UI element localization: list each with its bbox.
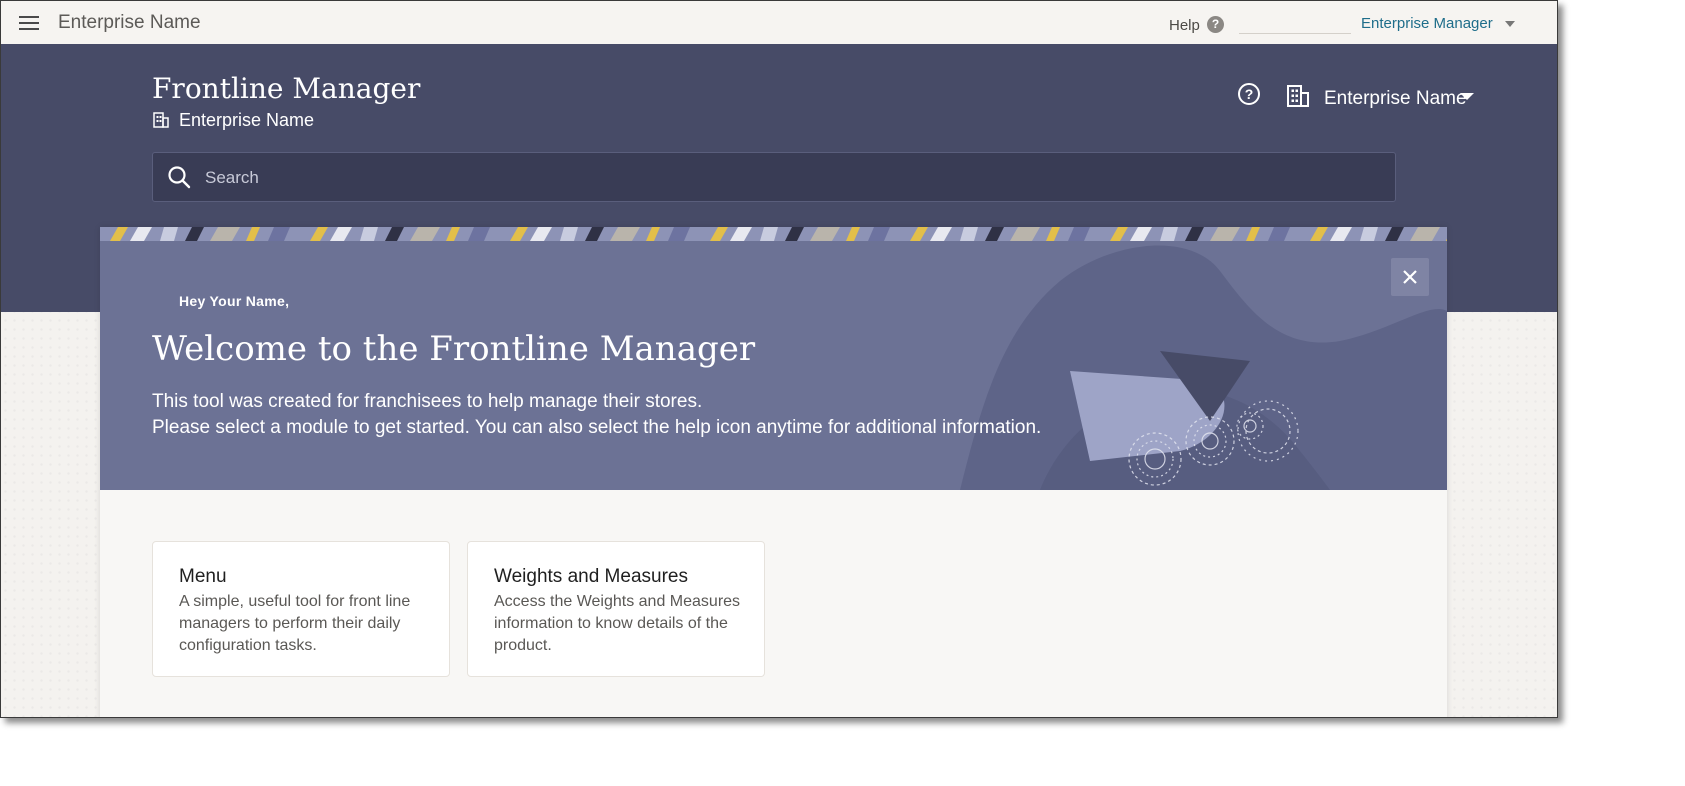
welcome-description-line: This tool was created for franchisees to…	[152, 391, 703, 412]
welcome-title: Welcome to the Frontline Manager	[152, 329, 756, 369]
page-title: Frontline Manager	[152, 72, 421, 105]
search-bar[interactable]	[152, 152, 1396, 203]
help-icon[interactable]: ?	[1238, 83, 1260, 105]
welcome-description: This tool was created for franchisees to…	[152, 389, 1041, 441]
user-menu[interactable]: Enterprise Manager	[1361, 15, 1493, 32]
greeting: Hey Your Name,	[179, 293, 290, 309]
app-window: Enterprise Name Help ? Enterprise Manage…	[0, 0, 1558, 718]
search-input[interactable]	[203, 153, 1387, 203]
question-circle-icon[interactable]: ?	[1207, 16, 1224, 33]
app-title: Enterprise Name	[58, 12, 201, 33]
help-link[interactable]: Help	[1169, 17, 1200, 34]
decorative-pattern-strip	[100, 227, 1447, 241]
enterprise-name-label: Enterprise Name	[179, 110, 315, 130]
enterprise-selector-label[interactable]: Enterprise Name	[1324, 88, 1467, 110]
welcome-description-line: Please select a module to get started. Y…	[152, 417, 1042, 438]
building-icon	[1287, 85, 1309, 107]
chevron-down-icon[interactable]	[1505, 21, 1515, 27]
welcome-hero: Hey Your Name, Welcome to the Frontline …	[100, 241, 1447, 490]
module-description: Access the Weights and Measures informat…	[494, 593, 741, 654]
building-icon	[153, 112, 169, 128]
welcome-card: Hey Your Name, Welcome to the Frontline …	[100, 227, 1447, 717]
close-icon[interactable]	[1391, 258, 1429, 296]
module-title: Weights and Measures	[494, 566, 688, 587]
module-tile-menu[interactable]: Menu A simple, useful tool for front lin…	[152, 541, 450, 677]
top-bar: Enterprise Name Help ? Enterprise Manage…	[1, 1, 1557, 45]
module-title: Menu	[179, 566, 227, 587]
search-icon	[168, 166, 191, 189]
hamburger-menu-icon[interactable]	[19, 16, 39, 30]
module-description: A simple, useful tool for front line man…	[179, 593, 411, 654]
caret-down-icon[interactable]	[1460, 93, 1474, 100]
module-tile-weights-and-measures[interactable]: Weights and Measures Access the Weights …	[467, 541, 765, 677]
close-button[interactable]	[1391, 258, 1429, 296]
divider	[1239, 33, 1351, 34]
